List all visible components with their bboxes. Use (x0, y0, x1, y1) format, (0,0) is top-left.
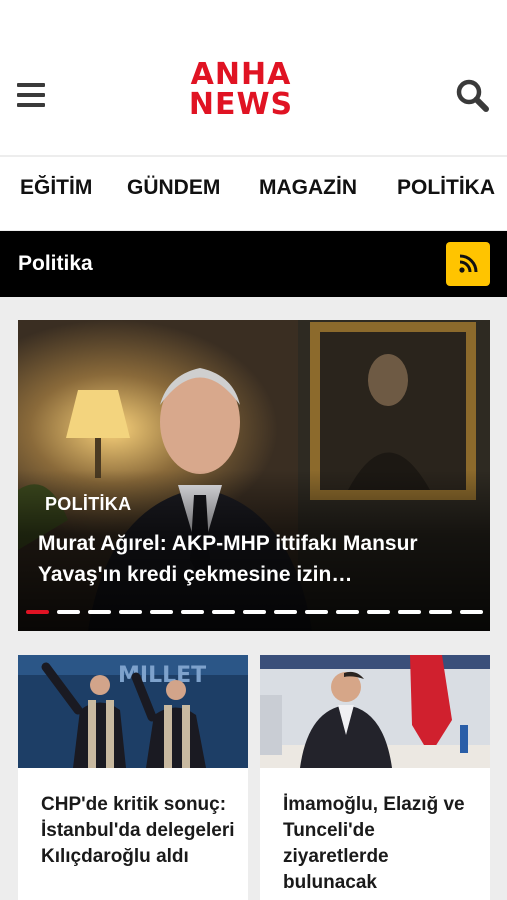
hero-slide[interactable]: POLİTİKA Murat Ağırel: AKP-MHP ittifakı … (18, 320, 490, 631)
section-title: Politika (18, 252, 93, 275)
search-icon[interactable] (455, 78, 491, 114)
news-card-title[interactable]: İmamoğlu, Elazığ ve Tunceli'de ziyaretle… (283, 792, 483, 896)
slider-dot[interactable] (336, 610, 359, 614)
slider-dot[interactable] (243, 610, 266, 614)
slider-dot[interactable] (119, 610, 142, 614)
logo-line-2: NEWS (188, 87, 294, 122)
news-card[interactable]: MILLET CHP'de kritik sonuç: İstanbul'da … (18, 655, 248, 900)
slider-dot[interactable] (305, 610, 328, 614)
slider-dot[interactable] (274, 610, 297, 614)
nav-item-politika[interactable]: POLİTİKA (397, 176, 495, 200)
slider-dot[interactable] (212, 610, 235, 614)
news-card-image: MILLET (18, 655, 248, 768)
hero-category-label[interactable]: POLİTİKA (45, 494, 131, 515)
slider-dot[interactable] (367, 610, 390, 614)
slider-dot[interactable] (398, 610, 421, 614)
slider-dot[interactable] (460, 610, 483, 614)
nav-item-gundem[interactable]: GÜNDEM (127, 176, 220, 200)
site-logo[interactable]: ANHA NEWS (166, 60, 316, 120)
top-header: ANHA NEWS (0, 0, 507, 155)
slider-dot[interactable] (150, 610, 173, 614)
svg-text:MILLET: MILLET (118, 663, 206, 688)
slider-dot[interactable] (429, 610, 452, 614)
slider-dot[interactable] (88, 610, 111, 614)
slider-dot[interactable] (26, 610, 49, 614)
slider-dot[interactable] (181, 610, 204, 614)
news-card-image (260, 655, 490, 768)
nav-item-magazin[interactable]: MAGAZİN (259, 176, 357, 200)
news-card[interactable]: İmamoğlu, Elazığ ve Tunceli'de ziyaretle… (260, 655, 490, 900)
hero-title[interactable]: Murat Ağırel: AKP-MHP ittifakı Mansur Ya… (38, 528, 478, 590)
slider-pagination (26, 610, 486, 616)
nav-item-egitim[interactable]: EĞİTİM (20, 176, 92, 200)
rss-icon[interactable] (446, 242, 490, 286)
section-header: Politika (0, 231, 507, 297)
category-nav: EĞİTİM GÜNDEM MAGAZİN POLİTİKA (0, 157, 507, 230)
hamburger-menu-icon[interactable] (17, 83, 45, 107)
logo-line-1: ANHA (190, 57, 292, 92)
slider-dot[interactable] (57, 610, 80, 614)
news-card-title[interactable]: CHP'de kritik sonuç: İstanbul'da delegel… (41, 792, 241, 870)
